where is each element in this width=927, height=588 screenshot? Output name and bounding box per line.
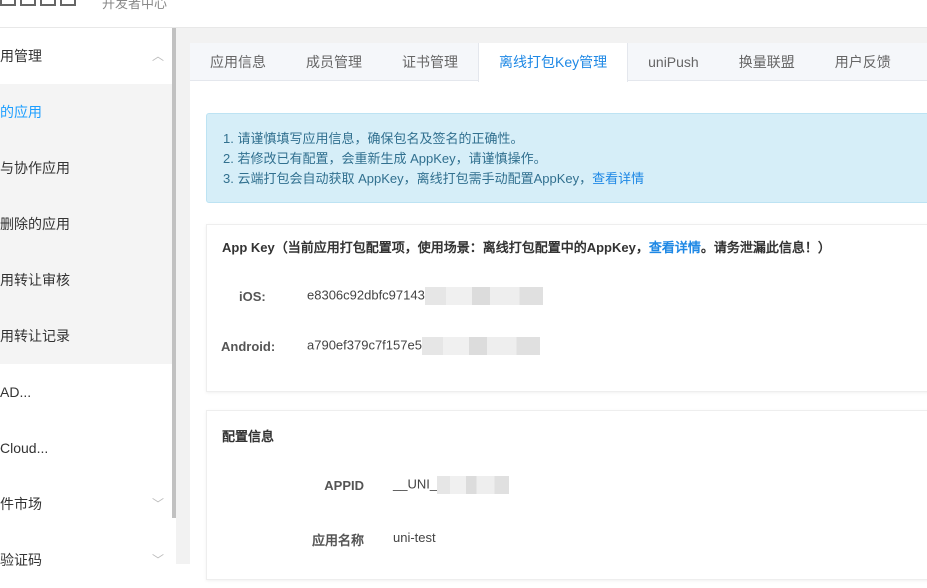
- chevron-down-icon[interactable]: ﹀: [152, 476, 164, 532]
- config-title: 配置信息: [222, 429, 275, 444]
- logo[interactable]: [0, 0, 76, 6]
- app-name-label: 应用名称: [311, 533, 364, 548]
- sidebar-item[interactable]: 删除的应用: [0, 196, 172, 252]
- tab[interactable]: 用户反馈: [815, 43, 911, 81]
- chevron-down-icon[interactable]: ﹀: [152, 532, 164, 588]
- sidebar-item-label: 与协作应用: [0, 160, 70, 176]
- tab[interactable]: 成员管理: [286, 43, 382, 81]
- ios-appkey: e8306c92dbfc97143: [307, 287, 543, 305]
- sidebar-item-label: 用转让审核: [0, 272, 70, 288]
- config-card: 配置信息 APPID __UNI_ 应用名称 uni-test: [206, 410, 927, 580]
- tab-bar: 应用信息 成员管理 证书管理 离线打包Key管理 uniPush 换量联盟 用户反馈: [190, 43, 927, 82]
- sidebar-item[interactable]: 件市场 ﹀: [0, 476, 172, 532]
- sidebar-item-label: AD...: [0, 384, 32, 400]
- sidebar-item-label: 删除的应用: [0, 216, 70, 232]
- appkey-details-link[interactable]: 查看详情: [649, 240, 701, 255]
- appkey-card: App Key（当前应用打包配置项，使用场景：离线打包配置中的AppKey，查看…: [206, 224, 927, 392]
- sidebar-item-label: 用转让记录: [0, 328, 70, 344]
- sidebar-item-label: 件市场: [0, 496, 42, 512]
- tab[interactable]: 换量联盟: [719, 43, 815, 81]
- tab[interactable]: 应用信息: [190, 43, 286, 81]
- sidebar-item[interactable]: 验证码 ﹀: [0, 532, 172, 588]
- sidebar-item[interactable]: 的应用: [0, 84, 172, 140]
- android-appkey: a790ef379c7f157e5: [307, 337, 540, 355]
- appid-label: APPID: [324, 478, 364, 493]
- tab[interactable]: 离线打包Key管理: [478, 43, 629, 82]
- logo-subtitle: 开发者中心: [102, 0, 168, 11]
- sidebar-item-label: 验证码: [0, 552, 42, 568]
- sidebar-item-label: 的应用: [0, 104, 42, 120]
- android-label: Android:: [221, 339, 276, 354]
- sidebar: 用管理 ︿ 的应用与协作应用删除的应用用转让审核用转让记录 AD... Cloud...…: [0, 28, 172, 568]
- sidebar-item-label: 用管理: [0, 48, 42, 64]
- top-header: 开发者中心: [0, 0, 927, 28]
- alert-line-1: 1. 请谨慎填写应用信息，确保包名及签名的正确性。: [223, 131, 524, 146]
- sidebar-item[interactable]: 与协作应用: [0, 140, 172, 196]
- chevron-up-icon[interactable]: ︿: [152, 28, 164, 84]
- sidebar-item[interactable]: Cloud...: [0, 420, 172, 476]
- sidebar-item[interactable]: 用管理 ︿: [0, 28, 172, 84]
- ios-label: iOS:: [239, 289, 266, 304]
- appid-value: __UNI_: [393, 476, 510, 494]
- tab[interactable]: uniPush: [628, 43, 719, 81]
- app-name-value: uni-test: [393, 530, 436, 545]
- appkey-title: App Key（当前应用打包配置项，使用场景：离线打包配置中的AppKey，查看…: [222, 240, 831, 255]
- sidebar-item[interactable]: 用转让审核: [0, 252, 172, 308]
- alert-details-link[interactable]: 查看详情: [592, 171, 644, 186]
- sidebar-item-label: Cloud...: [0, 440, 49, 456]
- sidebar-item[interactable]: AD...: [0, 364, 172, 420]
- alert-line-3: 3. 云端打包会自动获取 AppKey，离线打包需手动配置AppKey，: [223, 171, 593, 186]
- alert-line-2: 2. 若修改已有配置，会重新生成 AppKey，请谨慎操作。: [223, 151, 547, 166]
- sidebar-item[interactable]: 用转让记录: [0, 308, 172, 364]
- tab[interactable]: 证书管理: [382, 43, 478, 81]
- info-alert: 1. 请谨慎填写应用信息，确保包名及签名的正确性。 2. 若修改已有配置，会重新…: [206, 113, 927, 203]
